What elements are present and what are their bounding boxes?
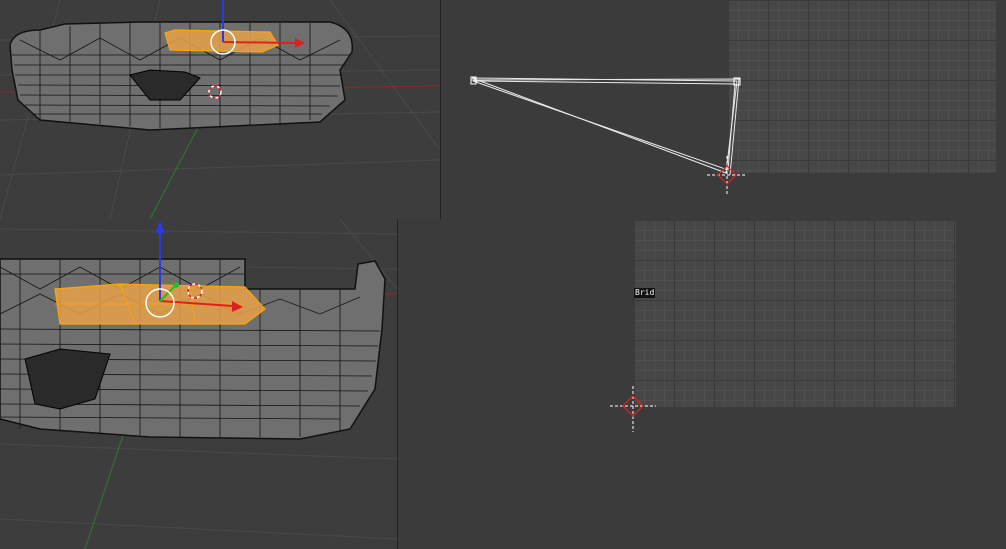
uv-vertex-label: Brid (634, 288, 656, 298)
viewport-canvas-top[interactable] (0, 0, 440, 219)
3d-viewport-bottom[interactable] (0, 219, 397, 549)
selected-faces-top (164, 29, 279, 53)
2d-cursor-icon (707, 156, 747, 196)
bumper-mesh-bottom[interactable] (0, 258, 386, 440)
3d-viewport-top[interactable] (0, 0, 440, 219)
uv-island-top[interactable] (441, 0, 1006, 219)
viewport-canvas-bottom[interactable] (0, 219, 397, 549)
uv-editor-bottom[interactable]: Brid (398, 219, 1006, 549)
blender-window: Brid (0, 0, 1006, 549)
bumper-mesh-top[interactable] (9, 21, 354, 131)
uv-editor-top[interactable] (441, 0, 1006, 219)
uv-image-grid[interactable] (634, 220, 956, 407)
